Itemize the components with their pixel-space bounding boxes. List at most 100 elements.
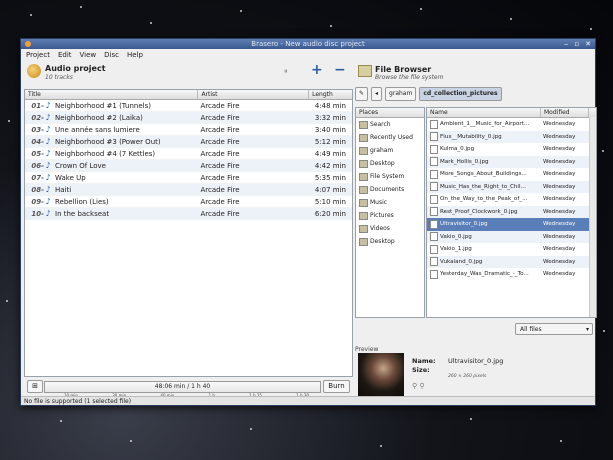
place-label: File System xyxy=(370,173,405,180)
file-row[interactable]: Rest_Proof_Clockwork_0.jpg Wednesday xyxy=(427,205,596,218)
file-name-cell: Ultravisitor_0.jpg xyxy=(427,219,540,229)
file-filter-select[interactable]: All files ▾ xyxy=(515,323,593,335)
place-item[interactable]: File System xyxy=(356,170,424,183)
file-row[interactable]: Ultravisitor_0.jpg Wednesday xyxy=(427,218,596,231)
path-segment-current[interactable]: cd_collection_pictures xyxy=(419,86,502,101)
add-icon[interactable]: + xyxy=(311,62,323,78)
path-segment-home[interactable]: graham xyxy=(385,86,417,101)
file-name-cell: Yesterday_Was_Dramatic_-_To... xyxy=(427,269,540,279)
close-icon[interactable]: ✕ xyxy=(585,39,591,49)
track-row[interactable]: 08- ♪ Haiti Arcade Fire 4:07 min xyxy=(25,184,352,196)
track-row[interactable]: 02- ♪ Neighborhood #2 (Laika) Arcade Fire 3:… xyxy=(25,112,352,124)
place-item[interactable]: Desktop xyxy=(356,157,424,170)
track-artist: Arcade Fire xyxy=(200,197,240,206)
place-item[interactable]: graham xyxy=(356,144,424,157)
place-item[interactable]: Videos xyxy=(356,222,424,235)
title-bar[interactable]: Brasero - New audio disc project ‒ ▫ ✕ xyxy=(21,39,595,49)
file-row[interactable]: On_the_Way_to_the_Peak_of_... Wednesday xyxy=(427,193,596,206)
pause-icon[interactable]: ⏸ xyxy=(284,67,288,76)
track-number: 01- xyxy=(31,101,44,110)
back-arrow-icon[interactable]: ◂ xyxy=(371,86,383,101)
menu-edit[interactable]: Edit xyxy=(58,51,72,59)
edit-location-button[interactable]: ✎ xyxy=(355,86,369,101)
track-row[interactable]: 06- ♪ Crown Of Love Arcade Fire 4:42 min xyxy=(25,160,352,172)
place-item[interactable]: Recently Used xyxy=(356,131,424,144)
track-title: Une année sans lumiere xyxy=(55,125,140,134)
file-row[interactable]: Mark_Hollis_0.jpg Wednesday xyxy=(427,155,596,168)
column-title[interactable]: Title xyxy=(25,90,199,99)
maximize-icon[interactable]: ▫ xyxy=(574,39,579,49)
zoom-icons[interactable]: ⚲ ⚲ xyxy=(412,382,424,390)
file-name: More_Songs_About_Buildings... xyxy=(440,171,527,178)
file-row[interactable]: Vakio_1.jpg Wednesday xyxy=(427,243,596,256)
file-row[interactable]: Vakio_0.jpg Wednesday xyxy=(427,230,596,243)
track-title-cell: 08- ♪ Haiti xyxy=(25,185,197,194)
file-name: Vukaland_0.jpg xyxy=(440,258,483,265)
track-row[interactable]: 03- ♪ Une année sans lumiere Arcade Fire 3:4… xyxy=(25,124,352,136)
track-number: 08- xyxy=(31,185,44,194)
file-row[interactable]: Yesterday_Was_Dramatic_-_To... Wednesday xyxy=(427,268,596,281)
properties-button[interactable]: ⊞ xyxy=(27,380,43,393)
track-artist: Arcade Fire xyxy=(200,209,240,218)
track-row[interactable]: 10- ♪ In the backseat Arcade Fire 6:20 min xyxy=(25,208,352,220)
column-name[interactable]: Name xyxy=(427,108,541,117)
file-name-cell: Rest_Proof_Clockwork_0.jpg xyxy=(427,207,540,217)
file-name: Flux__Mutability_0.jpg xyxy=(440,133,502,140)
disc-usage-gauge[interactable]: 48:06 min / 1 h 40 xyxy=(44,381,321,393)
menu-help[interactable]: Help xyxy=(127,51,143,59)
file-list[interactable]: Name Modified Ambient_1__Music_for_Airpo… xyxy=(426,107,597,318)
track-title: Haiti xyxy=(55,185,72,194)
project-pane: Audio project 10 tracks ⏸ + − Title Arti… xyxy=(24,61,353,398)
remove-icon[interactable]: − xyxy=(334,62,346,78)
place-item[interactable]: Documents xyxy=(356,183,424,196)
place-icon xyxy=(359,237,368,246)
place-label: Desktop xyxy=(370,238,395,245)
place-label: graham xyxy=(370,147,394,154)
file-modified: Wednesday xyxy=(543,133,576,140)
place-label: Pictures xyxy=(370,212,394,219)
file-row[interactable]: Music_Has_the_Right_to_Chil... Wednesday xyxy=(427,180,596,193)
file-list-scrollbar[interactable] xyxy=(589,117,596,317)
folder-icon xyxy=(358,65,372,77)
track-row[interactable]: 05- ♪ Neighborhood #4 (7 Kettles) Arcade Fi… xyxy=(25,148,352,160)
music-note-icon: ♪ xyxy=(45,173,51,182)
track-title: Neighborhood #3 (Power Out) xyxy=(55,137,161,146)
burn-button[interactable]: Burn xyxy=(323,380,350,393)
track-row[interactable]: 04- ♪ Neighborhood #3 (Power Out) Arcade Fi… xyxy=(25,136,352,148)
file-row[interactable]: More_Songs_About_Buildings... Wednesday xyxy=(427,168,596,181)
track-title-cell: 07- ♪ Wake Up xyxy=(25,173,197,182)
file-browser-title: File Browser xyxy=(375,65,432,74)
track-number: 07- xyxy=(31,173,44,182)
place-item[interactable]: Desktop xyxy=(356,235,424,248)
file-icon xyxy=(430,232,438,242)
file-name-cell: Music_Has_the_Right_to_Chil... xyxy=(427,182,540,192)
track-row[interactable]: 07- ♪ Wake Up Arcade Fire 5:35 min xyxy=(25,172,352,184)
file-row[interactable]: Flux__Mutability_0.jpg Wednesday xyxy=(427,130,596,143)
track-title: Rebellion (Lies) xyxy=(55,197,109,206)
place-item[interactable]: Search xyxy=(356,118,424,131)
track-row[interactable]: 01- ♪ Neighborhood #1 (Tunnels) Arcade Fire… xyxy=(25,100,352,112)
column-artist[interactable]: Artist xyxy=(198,90,310,99)
file-modified: Wednesday xyxy=(543,146,576,153)
menu-disc[interactable]: Disc xyxy=(104,51,119,59)
file-row[interactable]: Vukaland_0.jpg Wednesday xyxy=(427,255,596,268)
place-item[interactable]: Music xyxy=(356,196,424,209)
file-row[interactable]: Ambient_1__Music_for_Airport... Wednesday xyxy=(427,118,596,131)
track-artist: Arcade Fire xyxy=(200,185,240,194)
menu-view[interactable]: View xyxy=(80,51,97,59)
place-icon xyxy=(359,185,368,194)
column-length[interactable]: Length xyxy=(309,90,352,99)
file-name-cell: Vakio_0.jpg xyxy=(427,232,540,242)
preview-label: Preview xyxy=(355,346,379,353)
menu-project[interactable]: Project xyxy=(26,51,50,59)
track-list[interactable]: Title Artist Length 01- ♪ Neighborhood #1 … xyxy=(24,89,353,377)
track-length: 3:32 min xyxy=(314,113,346,122)
place-item[interactable]: Pictures xyxy=(356,209,424,222)
disc-size-bar: ⊞ 48:06 min / 1 h 40 10 min 30 min 40 mi… xyxy=(24,377,351,398)
track-row[interactable]: 09- ♪ Rebellion (Lies) Arcade Fire 5:10 min xyxy=(25,196,352,208)
minimize-icon[interactable]: ‒ xyxy=(564,39,568,49)
file-icon xyxy=(430,169,438,179)
file-row[interactable]: Kulma_0.jpg Wednesday xyxy=(427,143,596,156)
column-modified[interactable]: Modified xyxy=(541,108,589,117)
music-note-icon: ♪ xyxy=(45,161,51,170)
